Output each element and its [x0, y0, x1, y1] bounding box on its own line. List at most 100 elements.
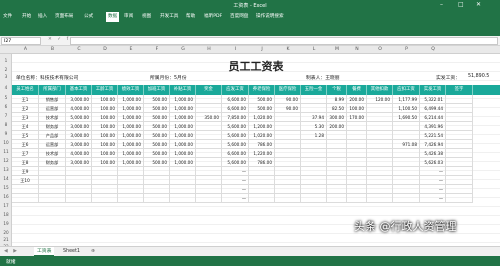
table-cell[interactable] — [170, 176, 196, 185]
row-header[interactable]: 4 — [0, 85, 12, 90]
table-cell[interactable] — [327, 167, 347, 176]
table-cell[interactable] — [446, 167, 473, 176]
table-cell[interactable] — [301, 185, 327, 194]
table-cell[interactable] — [327, 158, 347, 167]
row-header[interactable]: 13 — [0, 167, 12, 172]
table-cell[interactable]: 6,600.00 — [222, 149, 249, 158]
row-header[interactable]: 21 — [0, 237, 12, 242]
column-header[interactable]: L — [301, 47, 327, 52]
row-header[interactable]: 16 — [0, 194, 12, 199]
table-cell[interactable] — [367, 113, 393, 122]
table-cell[interactable] — [275, 158, 301, 167]
table-cell[interactable] — [393, 167, 420, 176]
tab-sheet1[interactable]: Sheet1 — [60, 247, 83, 256]
table-cell[interactable]: 100.00 — [92, 131, 118, 140]
tab-salary[interactable]: 工资表 — [34, 247, 55, 256]
table-cell[interactable]: 6,499.44 — [420, 104, 446, 113]
table-cell[interactable] — [92, 176, 118, 185]
menu-item-4[interactable]: 公式 — [84, 13, 93, 19]
table-cell[interactable] — [367, 131, 393, 140]
column-header[interactable]: B — [39, 47, 66, 52]
table-cell[interactable]: 王3 — [12, 113, 39, 122]
table-cell[interactable]: 500.00 — [249, 95, 275, 104]
table-cell[interactable] — [393, 176, 420, 185]
table-cell[interactable]: 90.00 — [275, 104, 301, 113]
table-cell[interactable]: 500.00 — [144, 95, 170, 104]
table-cell[interactable]: 1,000.00 — [170, 140, 196, 149]
table-cell[interactable]: 500.00 — [144, 104, 170, 113]
table-cell[interactable]: 6,214.44 — [420, 113, 446, 122]
minimize-icon[interactable]: – — [440, 1, 443, 8]
menu-item-1[interactable]: 开始 — [22, 13, 31, 19]
table-cell[interactable] — [196, 104, 222, 113]
table-cell[interactable]: 1.28 — [301, 131, 327, 140]
menu-item-11[interactable]: 百度网盘 — [230, 13, 248, 19]
table-cell[interactable] — [196, 131, 222, 140]
add-sheet-icon[interactable]: ⊕ — [88, 247, 98, 256]
table-cell[interactable]: 1,000.00 — [170, 113, 196, 122]
table-cell[interactable] — [275, 185, 301, 194]
table-cell[interactable] — [118, 185, 144, 194]
table-cell[interactable]: 技术部 — [39, 149, 66, 158]
table-cell[interactable] — [249, 176, 275, 185]
table-cell[interactable]: 1,020.00 — [249, 131, 275, 140]
menu-item-5[interactable]: 数据 — [106, 12, 120, 22]
table-cell[interactable] — [144, 185, 170, 194]
table-cell[interactable] — [393, 122, 420, 131]
table-cell[interactable]: 5,322.01 — [420, 95, 446, 104]
table-cell[interactable]: 1,000.00 — [170, 158, 196, 167]
table-cell[interactable]: 王2 — [12, 104, 39, 113]
table-cell[interactable]: — — [420, 167, 446, 176]
row-header[interactable]: 18 — [0, 212, 12, 217]
table-cell[interactable] — [347, 131, 367, 140]
column-header[interactable]: C — [66, 47, 92, 52]
table-cell[interactable] — [12, 194, 39, 203]
row-header[interactable]: 19 — [0, 221, 12, 226]
column-header[interactable]: N — [347, 47, 367, 52]
table-cell[interactable] — [301, 167, 327, 176]
table-cell[interactable] — [347, 158, 367, 167]
table-cell[interactable]: 500.00 — [249, 104, 275, 113]
table-cell[interactable] — [92, 167, 118, 176]
table-cell[interactable]: 王10 — [12, 176, 39, 185]
table-cell[interactable]: 1,000.00 — [118, 122, 144, 131]
table-cell[interactable]: 786.00 — [249, 140, 275, 149]
table-cell[interactable]: 王1 — [12, 95, 39, 104]
table-cell[interactable] — [249, 167, 275, 176]
table-cell[interactable] — [196, 158, 222, 167]
table-cell[interactable] — [301, 158, 327, 167]
sheet-nav-icon[interactable]: ◀ ▶ — [4, 249, 19, 254]
table-cell[interactable]: 1,200.00 — [249, 122, 275, 131]
table-cell[interactable] — [275, 122, 301, 131]
column-header[interactable]: M — [327, 47, 347, 52]
table-cell[interactable]: 技术部 — [39, 113, 66, 122]
table-cell[interactable] — [301, 95, 327, 104]
table-cell[interactable] — [249, 185, 275, 194]
table-cell[interactable] — [393, 131, 420, 140]
table-cell[interactable]: 200.00 — [327, 122, 347, 131]
table-cell[interactable]: 1,000.00 — [170, 131, 196, 140]
row-header[interactable]: 2 — [0, 67, 12, 72]
table-cell[interactable] — [446, 113, 473, 122]
row-header[interactable]: 12 — [0, 158, 12, 163]
table-cell[interactable]: 100.00 — [92, 149, 118, 158]
table-cell[interactable] — [275, 113, 301, 122]
table-cell[interactable]: 4,000.00 — [66, 149, 92, 158]
column-header[interactable]: P — [393, 47, 420, 52]
table-cell[interactable]: 5,600.00 — [222, 122, 249, 131]
row-header[interactable]: 5 — [0, 95, 12, 100]
table-cell[interactable]: 100.00 — [92, 158, 118, 167]
table-cell[interactable]: 5.30 — [301, 122, 327, 131]
table-cell[interactable] — [446, 158, 473, 167]
maximize-icon[interactable]: □ — [458, 1, 464, 8]
column-header[interactable]: H — [196, 47, 222, 52]
table-cell[interactable] — [367, 122, 393, 131]
table-cell[interactable]: — — [420, 194, 446, 203]
table-cell[interactable]: 1,000.00 — [118, 113, 144, 122]
table-cell[interactable]: 3,000.00 — [66, 158, 92, 167]
table-cell[interactable] — [446, 95, 473, 104]
menu-item-0[interactable]: 文件 — [3, 13, 12, 19]
table-cell[interactable] — [446, 185, 473, 194]
table-cell[interactable]: — — [420, 185, 446, 194]
table-cell[interactable]: 1,020.00 — [249, 113, 275, 122]
